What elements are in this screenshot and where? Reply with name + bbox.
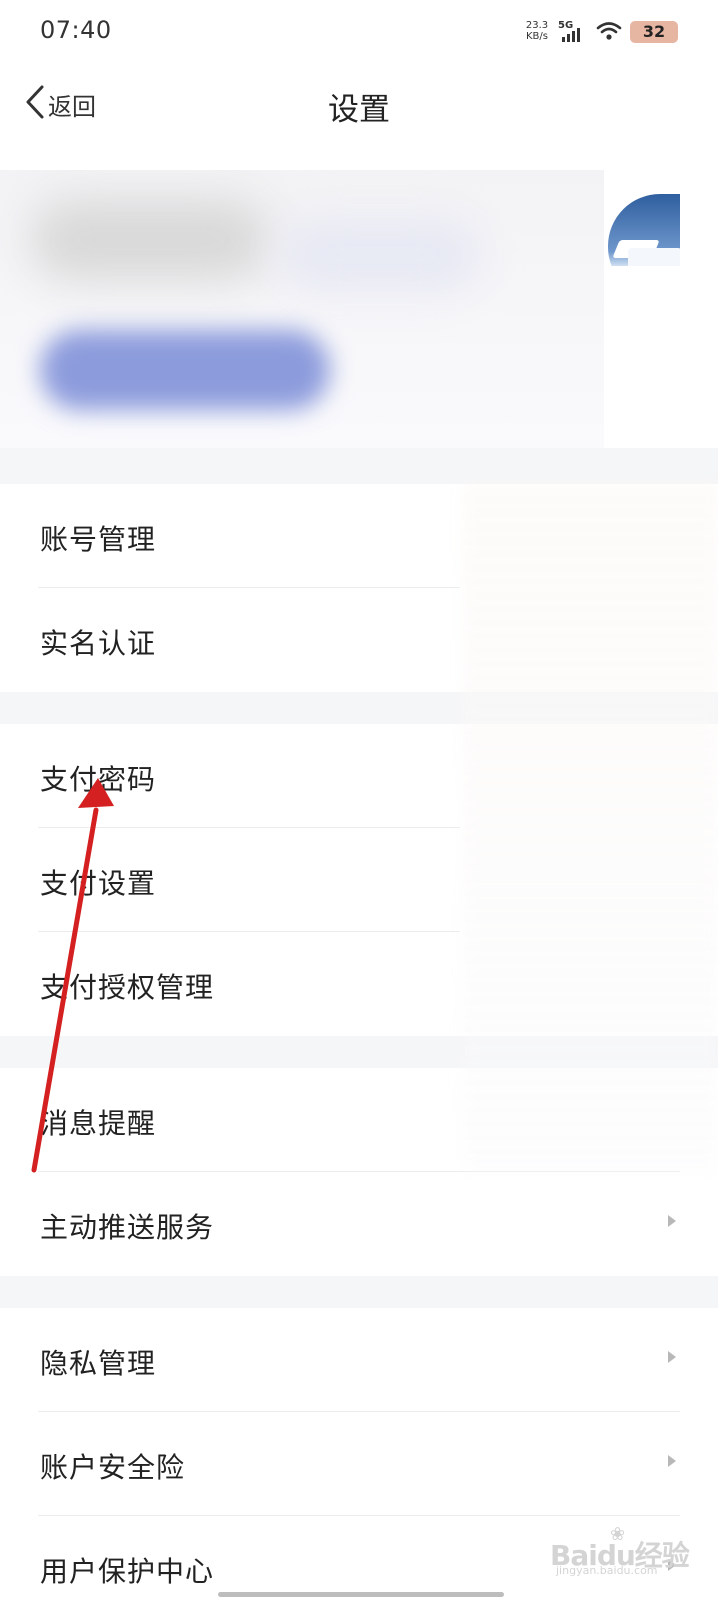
- net-speed-unit: KB/s: [526, 31, 548, 42]
- menu-item-label: 用户保护中心: [40, 1555, 215, 1588]
- chevron-right-icon: [668, 1215, 676, 1227]
- menu-item-label: 支付密码: [40, 763, 157, 796]
- signal-icon: 5G: [558, 20, 588, 44]
- chevron-right-icon: [668, 1455, 676, 1467]
- nav-bar: 返回 设置: [0, 62, 718, 150]
- section-gap: [0, 448, 718, 484]
- status-bar: 07:40 23.3 KB/s 5G 32: [0, 0, 718, 62]
- page-title: 设置: [328, 92, 390, 128]
- wifi-icon: [596, 20, 622, 42]
- chevron-right-icon: [668, 1351, 676, 1363]
- avatar[interactable]: [608, 194, 680, 299]
- status-time: 07:40: [40, 16, 112, 44]
- baidu-watermark: ❀ Baidu经验 jingyan.baidu.com: [550, 1524, 700, 1577]
- section-gap: [0, 1276, 718, 1308]
- profile-card[interactable]: [0, 170, 718, 448]
- menu-item-label: 账号管理: [40, 523, 157, 556]
- home-indicator[interactable]: [218, 1592, 504, 1597]
- net-speed-value: 23.3: [525, 20, 549, 31]
- menu-item-account-insurance[interactable]: 账户安全险: [0, 1412, 718, 1516]
- menu-item-label: 支付授权管理: [40, 971, 215, 1004]
- blurred-overlay: [462, 484, 718, 1174]
- menu-item-label: 账户安全险: [40, 1451, 186, 1484]
- menu-item-label: 支付设置: [40, 867, 157, 900]
- net-speed: 23.3 KB/s: [522, 20, 552, 42]
- battery-level: 32: [642, 22, 666, 41]
- watermark-sub: jingyan.baidu.com: [556, 1564, 658, 1577]
- menu-item-label: 消息提醒: [40, 1107, 157, 1140]
- network-tag: 5G: [558, 20, 574, 31]
- menu-item-push-service[interactable]: 主动推送服务: [0, 1172, 718, 1276]
- profile-blurred-info: [0, 170, 604, 448]
- menu-item-privacy-management[interactable]: 隐私管理: [0, 1308, 718, 1412]
- menu-item-label: 主动推送服务: [40, 1211, 215, 1244]
- menu-item-label: 隐私管理: [40, 1347, 157, 1380]
- menu-item-label: 实名认证: [40, 627, 157, 660]
- battery-icon: 32: [630, 21, 678, 43]
